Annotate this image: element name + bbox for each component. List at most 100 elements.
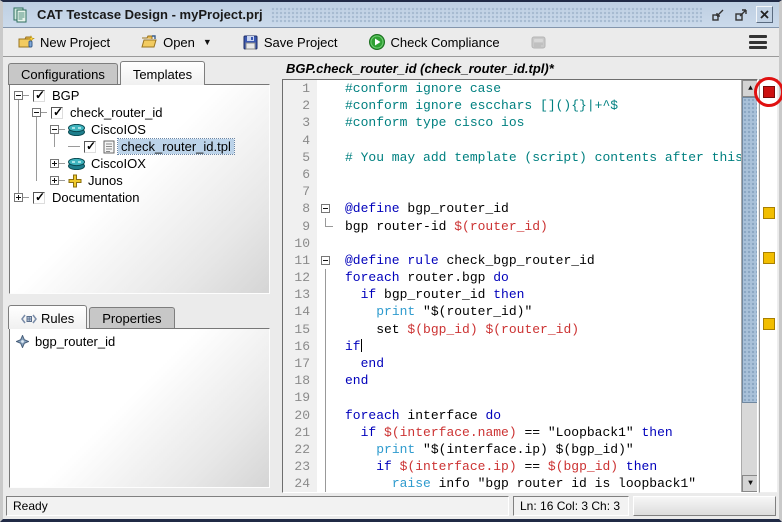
code-line[interactable]: 14 print "$(router_id)" [283, 303, 757, 320]
titlebar-texture [271, 7, 702, 23]
code-line[interactable]: 19 [283, 389, 757, 406]
code-text: @define bgp_router_id [345, 200, 509, 217]
new-project-button[interactable]: New Project [11, 31, 116, 53]
tree-checkbox-checked[interactable] [51, 107, 63, 119]
line-number: 16 [283, 338, 317, 355]
scroll-up-button[interactable]: ▲ [742, 80, 758, 97]
code-line[interactable]: 6 [283, 166, 757, 183]
tree-connector-line [36, 116, 37, 181]
tree-item-label[interactable]: Documentation [49, 190, 142, 205]
code-text: if [345, 338, 362, 355]
code-line[interactable]: 9bgp router-id $(router_id) [283, 218, 757, 235]
tree-connector-line [23, 95, 29, 96]
code-line[interactable]: 8@define bgp_router_id [283, 200, 757, 217]
code-line[interactable]: 12foreach router.bgp do [283, 269, 757, 286]
code-line[interactable]: 24 raise info "bgp router id is loopback… [283, 475, 757, 492]
minimize-button[interactable] [710, 6, 727, 23]
code-line[interactable]: 2#conform ignore escchars [](){}|+^$ [283, 97, 757, 114]
code-line[interactable]: 15 set $(bgp_id) $(router_id) [283, 321, 757, 338]
collapse-icon[interactable] [14, 91, 23, 100]
open-button[interactable]: Open▼ [134, 31, 218, 53]
code-text: raise info "bgp router id is loopback1" [345, 475, 696, 492]
tree-row-check-router-id-tpl[interactable]: check_router_id.tpl [68, 138, 234, 155]
fold-margin [317, 475, 341, 492]
fold-connector [325, 218, 333, 227]
code-editor[interactable]: 1#conform ignore case2#conform ignore es… [282, 79, 758, 493]
code-line[interactable]: 3#conform type cisco ios [283, 114, 757, 131]
tree-item-label[interactable]: BGP [49, 88, 82, 103]
fold-margin [317, 441, 341, 458]
code-text: print "$(router_id)" [345, 303, 532, 320]
code-line[interactable]: 10 [283, 235, 757, 252]
tree-item-label[interactable]: CiscoIOS [88, 122, 149, 137]
tree-checkbox-checked[interactable] [84, 141, 96, 153]
code-line[interactable]: 7 [283, 183, 757, 200]
line-number: 7 [283, 183, 317, 200]
collapse-icon[interactable] [50, 125, 59, 134]
tree-row-ciscoiox[interactable]: CiscoIOX [50, 155, 149, 172]
fold-collapse-icon[interactable] [321, 204, 330, 213]
tree-row-documentation[interactable]: Documentation [14, 189, 142, 206]
code-line[interactable]: 22 print "$(interface.ip) $(bgp_id)" [283, 441, 757, 458]
tree-row-junos[interactable]: Junos [50, 172, 126, 189]
code-line[interactable]: 1#conform ignore case [283, 80, 757, 97]
collapse-icon[interactable] [32, 108, 41, 117]
check-compliance-button[interactable]: Check Compliance [362, 31, 506, 53]
code-line[interactable]: 16 if [283, 338, 757, 355]
tree-row-ciscoios[interactable]: CiscoIOS [50, 121, 149, 138]
tree-checkbox-checked[interactable] [33, 192, 45, 204]
fold-margin [317, 114, 341, 131]
maximize-button[interactable] [733, 6, 750, 23]
code-line[interactable]: 13 if bgp_router_id then [283, 286, 757, 303]
router-icon [68, 158, 85, 170]
line-number: 14 [283, 303, 317, 320]
tree-item-label[interactable]: Junos [85, 173, 126, 188]
tree-row-check-router-id[interactable]: check_router_id [32, 104, 166, 121]
rules-list-panel[interactable]: bgp_router_id [9, 328, 270, 488]
scroll-down-button[interactable]: ▼ [742, 475, 758, 492]
fold-margin [317, 269, 341, 286]
tree-item-label[interactable]: check_router_id [67, 105, 166, 120]
rules-tab-icon [21, 313, 37, 325]
tree-row-bgp[interactable]: BGP [14, 87, 82, 104]
title-bar[interactable]: CAT Testcase Design - myProject.prj [3, 2, 779, 28]
expand-icon[interactable] [50, 176, 59, 185]
tree-connector-line [59, 180, 65, 181]
scrollbar-thumb[interactable] [742, 97, 758, 403]
code-line[interactable]: 18end [283, 372, 757, 389]
tree-item-label[interactable]: check_router_id.tpl [118, 139, 234, 154]
rule-list-item[interactable]: bgp_router_id [10, 329, 269, 354]
line-number: 10 [283, 235, 317, 252]
tab-label: Rules [41, 311, 74, 326]
tab-rules[interactable]: Rules [8, 305, 87, 329]
tab-configurations[interactable]: Configurations [8, 63, 118, 85]
close-button[interactable] [756, 6, 773, 23]
line-number: 24 [283, 475, 317, 492]
expand-icon[interactable] [50, 159, 59, 168]
toolbar-button-label: Open [163, 35, 195, 50]
template-tree-panel[interactable]: BGP check_router_id CiscoIOS check_router_i… [9, 84, 270, 294]
expand-icon[interactable] [14, 193, 23, 202]
fold-collapse-icon[interactable] [321, 256, 330, 265]
fold-margin [317, 372, 341, 389]
code-line[interactable]: 23 if $(interface.ip) == $(bgp_id) then [283, 458, 757, 475]
hamburger-menu-icon[interactable] [749, 35, 767, 49]
code-line[interactable]: 4 [283, 132, 757, 149]
code-line[interactable]: 17 end [283, 355, 757, 372]
code-line[interactable]: 21 if $(interface.name) == "Loopback1" t… [283, 424, 757, 441]
yellow-error-marker [763, 318, 775, 330]
tree-checkbox-checked[interactable] [33, 90, 45, 102]
code-line[interactable]: 20foreach interface do [283, 407, 757, 424]
editor-vertical-scrollbar[interactable]: ▲ ▼ [741, 80, 758, 492]
code-line[interactable]: 5# You may add template (script) content… [283, 149, 757, 166]
tree-item-label[interactable]: CiscoIOX [88, 156, 149, 171]
fold-connector [325, 407, 326, 424]
code-line[interactable]: 11@define rule check_bgp_router_id [283, 252, 757, 269]
fold-connector [325, 303, 326, 320]
tab-templates[interactable]: Templates [120, 61, 205, 85]
line-number: 22 [283, 441, 317, 458]
tab-properties[interactable]: Properties [89, 307, 174, 329]
fold-connector [325, 424, 326, 441]
save-project-button[interactable]: Save Project [236, 32, 344, 53]
line-number: 18 [283, 372, 317, 389]
